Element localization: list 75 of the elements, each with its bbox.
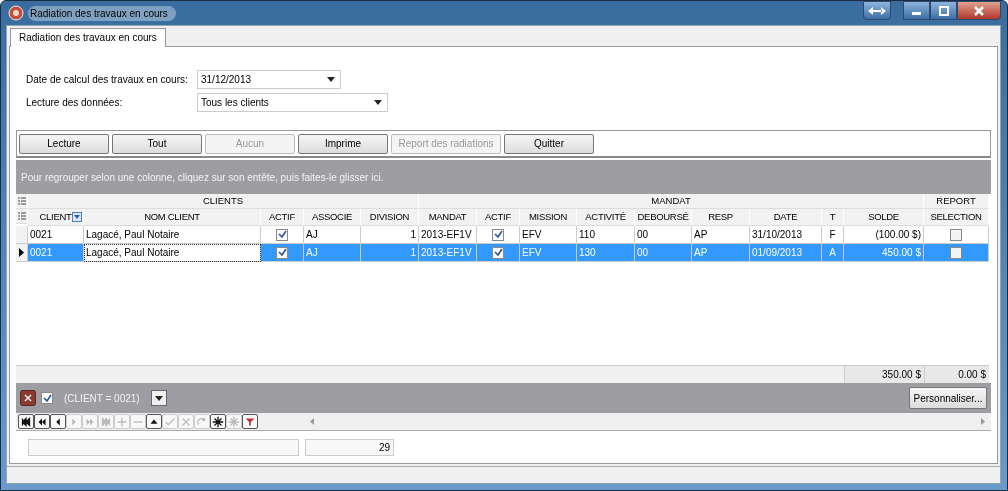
field-label: Date de calcul des travaux en cours: [26,74,189,85]
column-header[interactable]: CLIENT [28,209,84,226]
table-cell: 00 [635,244,692,262]
window-title: Radiation des travaux en cours [28,5,176,21]
customize-button[interactable]: Personnaliser... [909,387,987,409]
table-cell: 1 [361,244,419,262]
total-cell: 0.00 $ [924,365,989,383]
band-header[interactable]: MANDAT [419,194,924,209]
maximize-button[interactable] [930,1,957,20]
filter-icon[interactable] [72,212,82,222]
prev-icon[interactable] [50,414,66,429]
close-button[interactable] [957,1,1001,20]
first-icon[interactable] [18,414,34,429]
minimize-button[interactable] [903,1,930,20]
table-cell: AP [692,244,750,262]
dropdown-field[interactable]: 31/12/2013 [197,70,341,89]
column-header[interactable]: DATE [750,209,822,226]
column-chooser-icon[interactable] [16,209,28,224]
group-hint: Pour regrouper selon une colonne, cliquez sur son entête, puis faites-le glisser ici. [21,171,384,183]
table-cell: AJ [304,244,361,262]
dropdown-field[interactable]: Tous les clients [197,93,388,112]
toolbar-button[interactable]: Imprime [298,133,388,154]
column-chooser-icon[interactable] [16,194,28,209]
checkbox[interactable] [950,228,962,241]
table-cell: EFV [520,244,577,262]
table-cell: Lagacé, Paul Notaire [84,244,261,262]
column-header[interactable]: MISSION [520,209,577,226]
table-cell: 450.00 $ [844,244,924,262]
record-count-field: 29 [305,439,394,456]
column-header[interactable]: NOM CLIENT [84,209,261,226]
checkbox[interactable] [41,392,53,404]
column-header[interactable]: DEBOURSÉ [635,209,692,226]
current-row-icon [19,248,24,257]
column-header[interactable]: SOLDE [844,209,924,226]
checkbox[interactable] [492,228,504,241]
total-cell: 350.00 $ [844,365,924,383]
toolbar-button[interactable]: Lecture [19,133,109,154]
column-header[interactable]: ACTIF [477,209,520,226]
column-header[interactable]: ACTIVITÉ [577,209,635,226]
filter-icon[interactable] [242,414,258,429]
table-cell: 2013-EF1V [419,244,477,262]
star-icon[interactable] [210,414,226,429]
app-icon [8,5,24,21]
checkbox[interactable] [276,246,288,259]
column-header[interactable]: ASSOCIE [304,209,361,226]
band-header[interactable]: REPORT [924,194,989,209]
clear-filter-icon[interactable] [20,390,36,406]
column-header[interactable]: DIVISION [361,209,419,226]
band-header[interactable]: CLIENTS [28,194,419,209]
checkbox[interactable] [492,246,504,259]
table-cell: 130 [577,244,635,262]
table-cell: A [822,244,844,262]
toolbar-button[interactable]: Tout [112,133,202,154]
column-header[interactable]: SELECTION [924,209,989,226]
column-header[interactable]: MANDAT [419,209,477,226]
maximize-icon [937,4,950,17]
table-row[interactable]: 0021 Lagacé, Paul Notaire AJ 1 2013-EF1V EFV 130 00 AP 01/09/2013 A 450.00 $ [16,244,991,262]
dropdown-button[interactable] [150,390,167,406]
checkbox[interactable] [950,246,962,259]
caret-icon [154,395,163,401]
minimize-icon [912,12,921,15]
caret-icon [327,77,335,82]
checkbox[interactable] [276,228,288,241]
toolbar-button[interactable]: Quitter [504,133,594,154]
table-cell: 0021 [28,244,84,262]
field-label: Lecture des données: [26,97,124,108]
column-header[interactable]: RESP [692,209,750,226]
column-header[interactable]: T [822,209,844,226]
caret-icon [374,100,382,105]
column-header[interactable]: ACTIF [261,209,304,226]
row-header[interactable] [16,244,28,262]
filter-expression: (CLIENT = 0021) [64,392,140,404]
table-cell: 01/09/2013 [750,244,822,262]
tab[interactable]: Radiation des travaux en cours [10,28,166,47]
close-icon [973,4,985,17]
